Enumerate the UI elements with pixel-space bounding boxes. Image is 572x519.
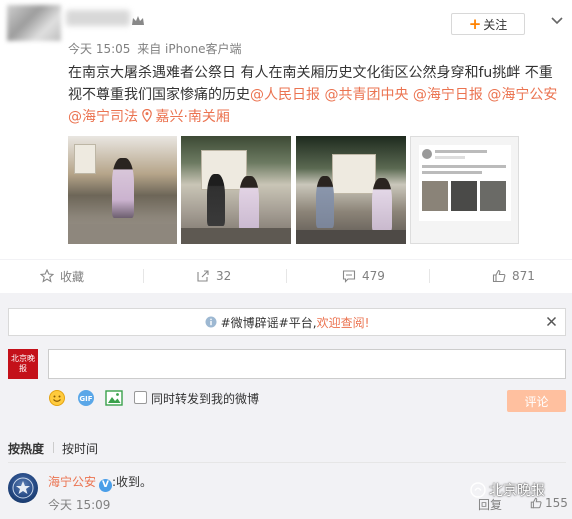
divider: [286, 269, 287, 283]
submit-comment-button[interactable]: 评论: [507, 390, 566, 412]
post-source[interactable]: 来自 iPhone客户端: [137, 42, 241, 56]
divider: [8, 462, 566, 463]
kiosk: [332, 154, 376, 194]
sort-bar: 按热度 按时间: [0, 435, 572, 457]
gif-icon[interactable]: GIF: [77, 389, 95, 407]
person-figure: [316, 176, 334, 228]
post-action-bar: 收藏 32 479 871: [0, 259, 572, 291]
post-photo-2[interactable]: [181, 136, 291, 244]
like-button[interactable]: 871: [492, 260, 535, 292]
police-badge-icon: [12, 477, 34, 499]
post-text: 在南京大屠杀遇难者公祭日 有人在南关厢历史文化街区公然身穿和fu挑衅 不重视不尊…: [68, 62, 566, 128]
repost-option-label[interactable]: 同时转发到我的微博: [151, 390, 259, 407]
image-icon[interactable]: [105, 389, 123, 407]
comment-username[interactable]: 海宁公安: [48, 475, 96, 489]
building: [74, 144, 96, 174]
verified-badge-icon: V: [99, 479, 113, 492]
divider: [429, 269, 430, 283]
follow-label: 关注: [483, 17, 508, 32]
comment-input[interactable]: [48, 349, 566, 379]
repost-button[interactable]: 32: [196, 260, 231, 292]
crown-icon: [132, 16, 144, 25]
mini-line: [435, 150, 487, 153]
rumor-notice-bar: #微博辟谣#平台, 欢迎查阅!: [8, 308, 566, 336]
my-avatar[interactable]: 北京晚报: [8, 349, 38, 379]
mini-image: [422, 181, 448, 211]
repost-count: 32: [216, 269, 232, 283]
person-figure: [112, 158, 134, 218]
ground: [296, 230, 406, 244]
mini-line: [422, 171, 482, 174]
location-pin-icon: [142, 109, 153, 122]
author-name-blurred[interactable]: [66, 10, 130, 26]
comment-button[interactable]: 479: [342, 260, 385, 292]
comment-item: 海宁公安 V:收到。: [48, 473, 152, 492]
wechat-channel-icon: [470, 482, 486, 498]
post-photo-1[interactable]: [68, 136, 177, 244]
mini-line: [422, 165, 506, 168]
divider: [53, 442, 54, 453]
notice-text: #微博辟谣#平台,: [220, 315, 317, 330]
weibo-post: + 关注 今天 15:05 来自 iPhone客户端 在南京大屠杀遇难者公祭日 …: [0, 0, 572, 293]
ground: [181, 228, 291, 244]
comment-icon: [342, 270, 356, 283]
thumbs-up-icon: [492, 269, 506, 283]
mini-avatar: [422, 149, 432, 159]
post-meta: 今天 15:05 来自 iPhone客户端: [68, 40, 245, 57]
ground: [68, 224, 177, 244]
share-icon: [197, 270, 209, 282]
person-figure: [207, 174, 225, 226]
emoji-icon[interactable]: [48, 389, 66, 407]
notice-link[interactable]: 欢迎查阅!: [317, 314, 370, 331]
person-figure: [372, 178, 392, 232]
follow-button[interactable]: + 关注: [451, 13, 525, 35]
post-photo-3[interactable]: [296, 136, 406, 244]
close-icon[interactable]: [546, 316, 557, 327]
comment-time: 今天 15:09: [48, 498, 111, 512]
divider: [143, 269, 144, 283]
repost-checkbox[interactable]: [134, 391, 147, 404]
post-time[interactable]: 今天 15:05: [68, 42, 130, 56]
watermark: 北京晚报: [470, 480, 545, 500]
mention-link[interactable]: @海宁日报: [413, 87, 483, 103]
mini-image: [451, 181, 477, 211]
mini-screenshot: [419, 145, 511, 221]
svg-text:GIF: GIF: [79, 395, 92, 403]
info-icon: [205, 316, 217, 328]
plus-icon: +: [468, 14, 482, 33]
mention-link[interactable]: @海宁司法: [68, 109, 138, 125]
comment-count: 479: [362, 269, 385, 283]
sort-by-time[interactable]: 按时间: [62, 440, 98, 457]
person-figure: [239, 176, 259, 232]
comment-text: :收到。: [112, 475, 153, 489]
favorite-label: 收藏: [60, 269, 85, 284]
author-avatar-blurred[interactable]: [7, 5, 61, 41]
chevron-down-icon[interactable]: [551, 17, 563, 25]
location-label: 嘉兴·南关厢: [155, 109, 230, 125]
post-photo-4[interactable]: [410, 136, 519, 244]
mention-link[interactable]: @海宁公安: [487, 87, 557, 103]
location-link[interactable]: 嘉兴·南关厢: [142, 109, 230, 125]
watermark-text: 北京晚报: [489, 483, 545, 499]
mini-image: [480, 181, 506, 211]
mini-line: [435, 156, 465, 159]
mention-link[interactable]: @人民日报: [250, 87, 320, 103]
like-count: 871: [512, 269, 535, 283]
comment-like-count: 155: [545, 496, 568, 510]
comment-avatar[interactable]: [8, 473, 38, 503]
mention-link[interactable]: @共青团中央: [324, 87, 408, 103]
favorite-button[interactable]: 收藏: [40, 260, 84, 292]
star-icon: [40, 269, 54, 283]
sort-by-hot[interactable]: 按热度: [8, 440, 44, 457]
